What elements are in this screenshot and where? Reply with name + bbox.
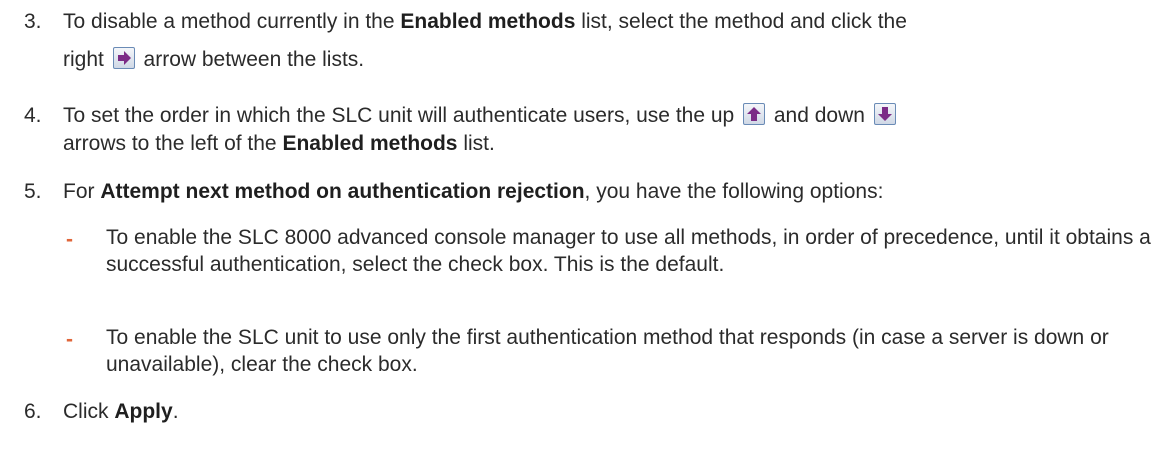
step-number: 5. xyxy=(24,180,42,203)
step-number: 4. xyxy=(24,104,42,127)
option-text: To enable the SLC unit to use only the f… xyxy=(106,326,1109,376)
up-arrow-icon xyxy=(743,103,766,125)
step-text: To disable a method currently in the Ena… xyxy=(63,10,907,33)
right-arrow-icon xyxy=(112,47,135,69)
down-arrow-icon xyxy=(873,103,896,125)
step-text: For Attempt next method on authenticatio… xyxy=(63,180,884,203)
option-text: To enable the SLC 8000 advanced console … xyxy=(106,226,1151,276)
bullet-dash: - xyxy=(66,228,73,251)
step-text-continued: right arrow between the lists. xyxy=(63,47,365,71)
step-text: Click Apply. xyxy=(63,400,179,423)
step-number: 6. xyxy=(24,400,42,423)
step-text-continued: arrows to the left of the Enabled method… xyxy=(63,132,495,155)
step-number: 3. xyxy=(24,10,42,33)
bullet-dash: - xyxy=(66,328,73,351)
